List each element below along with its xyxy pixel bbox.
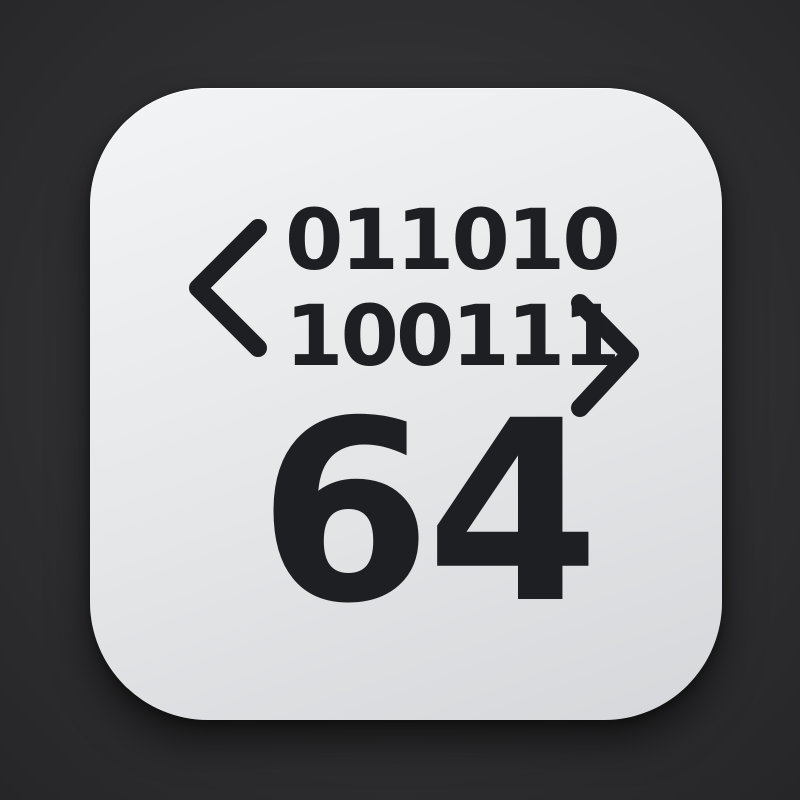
chevron-left-icon	[189, 219, 267, 357]
binary-text-line-1: 011010	[285, 191, 621, 289]
binary-text-line-2: 100111	[285, 287, 621, 385]
app-icon-tile[interactable]: 011010 100111 64	[90, 88, 722, 720]
number-label: 64	[258, 367, 600, 658]
